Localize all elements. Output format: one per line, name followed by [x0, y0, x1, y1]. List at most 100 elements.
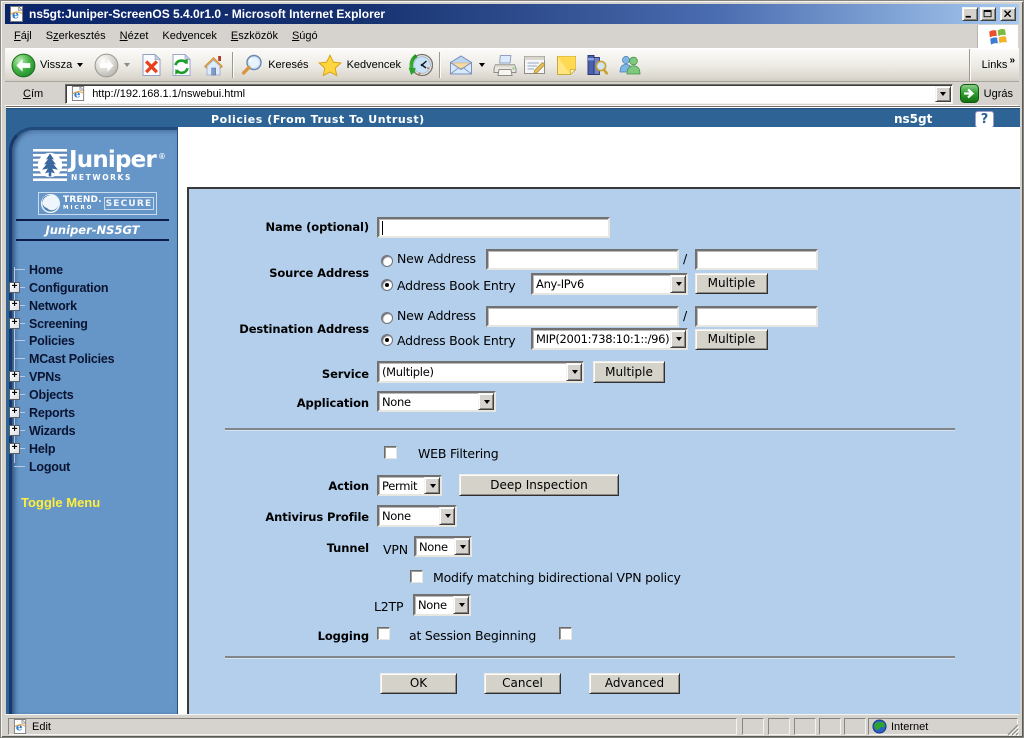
source-address-select[interactable]: Any-IPv6	[531, 273, 688, 295]
discuss-button[interactable]	[552, 50, 581, 80]
source-netmask-input[interactable]	[695, 249, 818, 270]
go-label[interactable]: Ugrás	[984, 88, 1013, 100]
application-select[interactable]: None	[377, 391, 496, 412]
sidebar-item-network[interactable]: +Network	[6, 297, 179, 315]
ok-button[interactable]: OK	[380, 673, 457, 694]
dropdown-arrow-icon[interactable]	[566, 363, 582, 381]
close-button[interactable]	[1000, 7, 1016, 21]
divider	[225, 656, 955, 658]
sidebar-item-vpns[interactable]: +VPNs	[6, 368, 179, 386]
l2tp-select[interactable]: None	[413, 594, 471, 616]
policy-form-panel: Name (optional) Source Address New Addre…	[187, 187, 1020, 714]
minimize-button[interactable]	[962, 7, 978, 21]
destination-book-entry-radio[interactable]	[381, 334, 393, 346]
address-input[interactable]: e http://192.168.1.1/nswebui.html	[65, 84, 952, 104]
dropdown-arrow-icon[interactable]	[478, 393, 494, 410]
micro-label: MICRO	[63, 205, 102, 211]
expand-icon[interactable]: +	[9, 389, 20, 400]
source-new-address-radio[interactable]	[381, 255, 393, 267]
action-select[interactable]: Permit	[377, 475, 442, 496]
expand-icon[interactable]: +	[9, 425, 20, 436]
stop-button[interactable]	[137, 50, 166, 80]
mail-button[interactable]	[445, 50, 488, 80]
sidebar-item-logout[interactable]: Logout	[6, 458, 179, 476]
address-dropdown-button[interactable]	[935, 86, 951, 102]
slash-text: /	[683, 251, 687, 266]
sidebar-item-mcast-policies[interactable]: MCast Policies	[6, 350, 179, 368]
menu-tools[interactable]: Eszközök	[224, 27, 285, 45]
tunnel-label: Tunnel	[189, 541, 369, 555]
cancel-button[interactable]: Cancel	[484, 673, 561, 694]
separator-line	[16, 239, 169, 241]
dropdown-arrow-icon[interactable]	[453, 596, 469, 614]
dropdown-arrow-icon[interactable]	[670, 330, 686, 348]
expand-icon[interactable]: +	[9, 300, 20, 311]
url-text[interactable]: http://192.168.1.1/nswebui.html	[92, 88, 245, 100]
title-bar[interactable]: e ns5gt:Juniper-ScreenOS 5.4.0r1.0 - Mic…	[5, 4, 1019, 24]
source-multiple-button[interactable]: Multiple	[695, 273, 768, 294]
service-select[interactable]: (Multiple)	[377, 361, 584, 383]
expand-icon[interactable]: +	[9, 407, 20, 418]
print-button[interactable]	[489, 50, 521, 80]
research-button[interactable]	[581, 50, 612, 80]
back-dropdown-icon[interactable]	[77, 63, 83, 67]
favorites-star-icon	[317, 53, 343, 78]
go-icon[interactable]	[960, 84, 979, 103]
sidebar-item-reports[interactable]: +Reports	[6, 404, 179, 422]
sidebar-item-objects[interactable]: +Objects	[6, 386, 179, 404]
back-button[interactable]: Vissza	[8, 50, 86, 80]
destination-address-select[interactable]: MIP(2001:738:10:1::/96)	[531, 328, 688, 350]
sidebar-item-help[interactable]: +Help	[6, 440, 179, 458]
source-book-entry-radio[interactable]	[381, 279, 393, 291]
sidebar-item-home[interactable]: Home	[6, 261, 179, 279]
messenger-button[interactable]	[614, 50, 646, 80]
advanced-button[interactable]: Advanced	[589, 673, 680, 694]
dropdown-arrow-icon[interactable]	[454, 538, 470, 555]
logging-checkbox[interactable]	[377, 627, 390, 640]
links-bar[interactable]: Links »	[969, 49, 1019, 81]
search-button[interactable]: Keresés	[237, 50, 311, 80]
session-beginning-checkbox[interactable]	[559, 627, 572, 640]
expand-icon[interactable]: +	[9, 443, 20, 454]
menu-view[interactable]: Nézet	[113, 27, 156, 45]
source-new-address-input[interactable]	[486, 249, 679, 270]
expand-icon[interactable]: +	[9, 371, 20, 382]
sidebar-item-wizards[interactable]: +Wizards	[6, 422, 179, 440]
modify-bidirectional-checkbox[interactable]	[410, 570, 423, 583]
destination-multiple-button[interactable]: Multiple	[695, 329, 768, 350]
toggle-menu-link[interactable]: Toggle Menu	[21, 495, 100, 510]
deep-inspection-button[interactable]: Deep Inspection	[459, 474, 619, 496]
expand-icon[interactable]: +	[9, 282, 20, 293]
maximize-button[interactable]	[980, 7, 996, 21]
sidebar-item-configuration[interactable]: +Configuration	[6, 279, 179, 297]
menu-file[interactable]: Fájl	[7, 27, 39, 45]
dropdown-arrow-icon[interactable]	[670, 275, 686, 293]
resize-grip[interactable]	[1006, 723, 1019, 736]
menu-favorites[interactable]: Kedvencek	[155, 27, 223, 45]
favorites-button[interactable]: Kedvencek	[314, 50, 404, 80]
menu-edit[interactable]: Szerkesztés	[39, 27, 113, 45]
destination-netmask-input[interactable]	[695, 306, 818, 327]
forward-button[interactable]	[91, 50, 133, 80]
dropdown-arrow-icon[interactable]	[424, 477, 440, 494]
history-button[interactable]	[404, 50, 436, 80]
web-filtering-checkbox[interactable]	[384, 446, 397, 459]
sidebar-item-screening[interactable]: +Screening	[6, 315, 179, 333]
service-multiple-button[interactable]: Multiple	[593, 361, 665, 383]
home-button[interactable]	[198, 50, 229, 80]
destination-new-address-input[interactable]	[486, 306, 679, 327]
vpn-select[interactable]: None	[414, 536, 472, 557]
expand-icon[interactable]: +	[9, 318, 20, 329]
sidebar-item-policies[interactable]: Policies	[6, 332, 179, 350]
destination-new-address-radio[interactable]	[381, 312, 393, 324]
menu-help[interactable]: Súgó	[285, 27, 325, 45]
name-input[interactable]	[377, 217, 610, 238]
links-chevron-icon[interactable]: »	[1009, 55, 1014, 66]
juniper-logo-icon	[33, 149, 67, 181]
dropdown-arrow-icon[interactable]	[439, 507, 455, 525]
mail-dropdown-icon[interactable]	[479, 63, 485, 67]
antivirus-select[interactable]: None	[377, 505, 457, 527]
help-button[interactable]: ?	[975, 111, 994, 128]
edit-button[interactable]	[519, 50, 550, 80]
refresh-button[interactable]	[167, 50, 196, 80]
